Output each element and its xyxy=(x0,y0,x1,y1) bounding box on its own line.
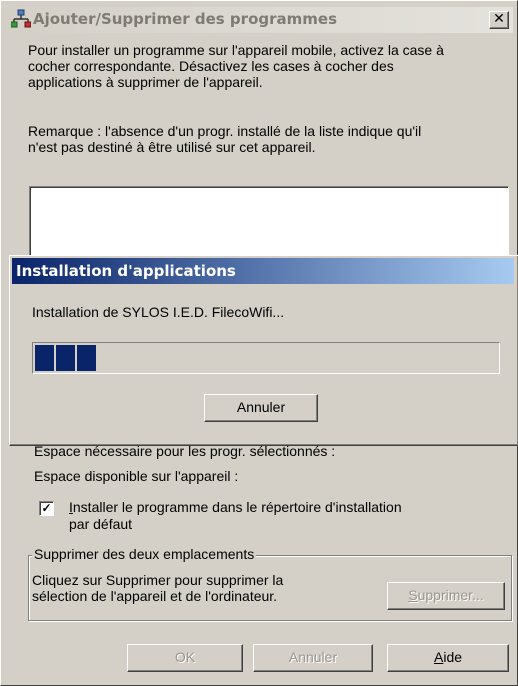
progress-fill xyxy=(35,345,96,371)
installation-message: Installation de SYLOS I.E.D. FilecoWifi.… xyxy=(32,304,285,320)
intro-line: Pour installer un programme sur l'appare… xyxy=(28,42,444,58)
main-titlebar[interactable]: Ajouter/Supprimer des programmes ✕ xyxy=(5,7,513,33)
default-dir-checkbox[interactable]: ✓ xyxy=(39,501,54,516)
installation-progress-dialog: Installation d'applications Installation… xyxy=(9,255,518,446)
space-available-label: Espace disponible sur l'appareil : xyxy=(34,468,239,484)
help-mnemonic: A xyxy=(433,649,444,665)
remove-group-text: Cliquez sur Supprimer pour supprimer la … xyxy=(32,572,283,604)
remove-button[interactable]: Supprimer... xyxy=(387,582,505,610)
intro-line: applications à supprimer de l'appareil. xyxy=(28,74,263,90)
network-programs-icon xyxy=(11,9,31,28)
progress-block xyxy=(77,345,96,371)
remove-label: upprimer... xyxy=(417,587,484,603)
help-label: ide xyxy=(443,649,463,665)
remark-text: Remarque : l'absence d'un progr. install… xyxy=(28,123,513,155)
dialog-cancel-button[interactable]: Annuler xyxy=(204,394,318,422)
progress-dialog-title[interactable]: Installation d'applications xyxy=(12,258,514,284)
remark-line: Remarque : l'absence d'un progr. install… xyxy=(28,123,422,139)
remark-line: n'est pas destiné à être utilisé sur cet… xyxy=(28,139,316,155)
remove-text-line: Cliquez sur Supprimer pour supprimer la xyxy=(32,572,284,588)
label-text: nstaller le programme dans le répertoire… xyxy=(72,499,402,515)
label-text: par défaut xyxy=(69,516,133,532)
remove-group: Supprimer des deux emplacements Cliquez … xyxy=(28,546,512,621)
ok-button[interactable]: OK xyxy=(127,644,243,672)
default-dir-label[interactable]: Installer le programme dans le répertoir… xyxy=(69,499,402,533)
progress-block xyxy=(35,345,54,371)
help-button[interactable]: Aide xyxy=(387,644,509,672)
remove-text-line: sélection de l'appareil et de l'ordinate… xyxy=(32,588,278,604)
intro-text: Pour installer un programme sur l'appare… xyxy=(28,42,513,90)
progress-block xyxy=(56,345,75,371)
remove-mnemonic: S xyxy=(408,587,418,603)
window-title: Ajouter/Supprimer des programmes xyxy=(33,10,337,28)
cancel-button[interactable]: Annuler xyxy=(253,644,373,672)
remove-group-legend: Supprimer des deux emplacements xyxy=(32,546,257,562)
installation-progress-bar xyxy=(32,342,500,374)
close-button[interactable]: ✕ xyxy=(489,11,509,29)
intro-line: cocher correspondante. Désactivez les ca… xyxy=(28,58,394,74)
